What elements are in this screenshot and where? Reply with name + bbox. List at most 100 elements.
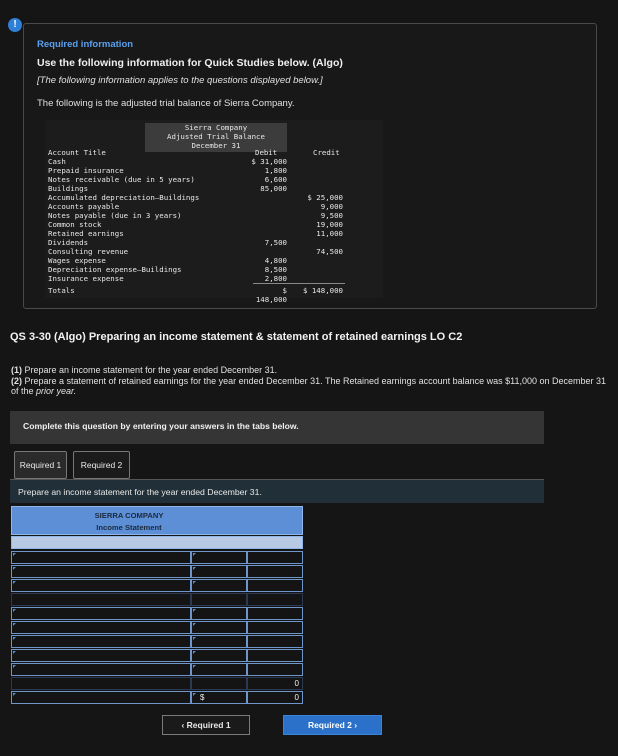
dropdown-marker-icon (193, 637, 196, 640)
amount-input[interactable] (191, 551, 247, 564)
use-information-heading: Use the following information for Quick … (37, 57, 343, 69)
statement-line-row (11, 635, 303, 648)
account-dropdown[interactable] (11, 635, 191, 648)
account-title: Prepaid insurance (48, 166, 124, 175)
totals-row: Totals $ 148,000 $ 148,000 (45, 286, 383, 304)
dropdown-marker-icon (13, 553, 16, 556)
totals-credit: $ 148,000 (302, 286, 343, 295)
dropdown-marker-icon (13, 609, 16, 612)
instruction-bar: Complete this question by entering your … (10, 411, 544, 444)
account-title: Common stock (48, 220, 102, 229)
amount-input[interactable]: 0 (247, 677, 303, 690)
amount-input[interactable] (191, 607, 247, 620)
account-dropdown[interactable] (11, 593, 191, 606)
question-title: QS 3-30 (Algo) Preparing an income state… (10, 331, 463, 343)
statement-date-row[interactable] (11, 536, 303, 549)
dropdown-marker-icon (193, 581, 196, 584)
trial-balance-company: Sierra Company (184, 123, 248, 132)
amount-input[interactable] (247, 579, 303, 592)
account-dropdown[interactable] (11, 691, 191, 704)
amount-input[interactable] (191, 677, 247, 690)
amount-input[interactable]: $ (191, 691, 247, 704)
account-dropdown[interactable] (11, 579, 191, 592)
amount-input[interactable] (247, 607, 303, 620)
account-title: Retained earnings (48, 229, 124, 238)
dropdown-marker-icon (193, 665, 196, 668)
computed-value: 0 (294, 693, 299, 702)
account-title: Wages expense (48, 256, 106, 265)
debit-amount: 85,000 (260, 184, 287, 193)
account-dropdown[interactable] (11, 621, 191, 634)
trial-balance-row: Dividends 7,500 (45, 238, 383, 247)
account-title: Notes receivable (due in 5 years) (48, 175, 195, 184)
dollar-sign: $ (200, 693, 205, 702)
debit-amount: 8,500 (264, 265, 287, 274)
dropdown-marker-icon (193, 609, 196, 612)
trial-balance-row: Accounts payable 9,000 (45, 202, 383, 211)
account-dropdown[interactable] (11, 607, 191, 620)
trial-balance-row: Consulting revenue 74,500 (45, 247, 383, 256)
totals-rule (253, 283, 345, 284)
part-2-prior-year: prior year. (36, 386, 77, 396)
question-part-2: (2) Prepare a statement of retained earn… (11, 376, 611, 396)
question-part-1: (1) Prepare an income statement for the … (11, 365, 277, 375)
statement-line-row (11, 565, 303, 578)
part-2-text: Prepare a statement of retained earnings… (11, 376, 607, 396)
account-title: Notes payable (due in 3 years) (48, 211, 182, 220)
computed-value: 0 (294, 679, 299, 688)
account-dropdown[interactable] (11, 551, 191, 564)
amount-input[interactable] (191, 593, 247, 606)
account-title: Accumulated depreciation—Buildings (48, 193, 200, 202)
prepare-instruction-text: Prepare an income statement for the year… (18, 487, 262, 497)
dropdown-marker-icon (13, 651, 16, 654)
amount-input[interactable] (247, 635, 303, 648)
trial-balance-row: Wages expense 4,800 (45, 256, 383, 265)
statement-line-row (11, 621, 303, 634)
tab-required-1[interactable]: Required 1 (14, 451, 67, 479)
debit-amount: 7,500 (264, 238, 287, 247)
credit-amount: 11,000 (316, 229, 343, 238)
statement-line-row (11, 663, 303, 676)
statement-line-row (11, 593, 303, 606)
account-title: Accounts payable (48, 202, 120, 211)
amount-input[interactable] (191, 579, 247, 592)
column-header-debit: Debit (255, 148, 278, 157)
tab-required-2[interactable]: Required 2 (73, 451, 130, 479)
trial-balance-row: Cash $ 31,000 (45, 157, 383, 166)
account-dropdown[interactable] (11, 663, 191, 676)
amount-input[interactable]: 0 (247, 691, 303, 704)
credit-amount: 9,000 (320, 202, 343, 211)
account-title: Buildings (48, 184, 89, 193)
amount-input[interactable] (247, 649, 303, 662)
statement-line-row: $0 (11, 691, 303, 704)
amount-input[interactable] (247, 565, 303, 578)
exclamation-icon: ! (8, 18, 22, 32)
trial-balance-row: Accumulated depreciation—Buildings $ 25,0… (45, 193, 383, 202)
trial-balance-row: Common stock 19,000 (45, 220, 383, 229)
amount-input[interactable] (191, 565, 247, 578)
amount-input[interactable] (191, 621, 247, 634)
part-1-number: (1) (11, 365, 22, 375)
next-required-2-button[interactable]: Required 2 › (283, 715, 382, 735)
amount-input[interactable] (191, 663, 247, 676)
dropdown-marker-icon (13, 693, 16, 696)
credit-amount: 19,000 (316, 220, 343, 229)
amount-input[interactable] (191, 635, 247, 648)
account-title: Dividends (48, 238, 89, 247)
debit-amount: $ 31,000 (251, 157, 287, 166)
amount-input[interactable] (247, 593, 303, 606)
dropdown-marker-icon (13, 567, 16, 570)
instruction-text: Complete this question by entering your … (23, 421, 299, 431)
account-dropdown[interactable] (11, 565, 191, 578)
account-dropdown[interactable] (11, 677, 191, 690)
dropdown-marker-icon (193, 693, 196, 696)
amount-input[interactable] (191, 649, 247, 662)
statement-line-row (11, 579, 303, 592)
applies-note: [The following information applies to th… (37, 75, 323, 86)
amount-input[interactable] (247, 663, 303, 676)
account-dropdown[interactable] (11, 649, 191, 662)
amount-input[interactable] (247, 551, 303, 564)
dropdown-marker-icon (193, 651, 196, 654)
amount-input[interactable] (247, 621, 303, 634)
previous-required-1-button[interactable]: ‹ Required 1 (162, 715, 250, 735)
